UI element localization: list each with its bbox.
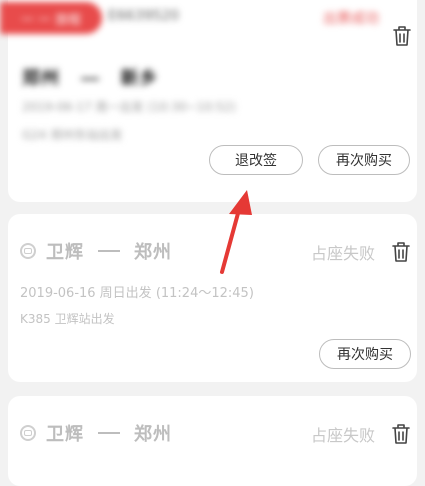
route-title: 卫辉 郑州 (20, 420, 172, 446)
order-status: 占座失败 (310, 426, 375, 445)
from-station: 卫辉 (46, 424, 84, 445)
trash-icon[interactable] (391, 24, 413, 48)
order-status: 占座失败 (310, 244, 375, 263)
refund-change-button[interactable]: 退改签 (209, 145, 303, 175)
route-dash (98, 432, 120, 434)
order-number: E6639520 (108, 8, 180, 24)
train-station-icon (20, 243, 36, 259)
buy-again-button[interactable]: 再次购买 (319, 339, 411, 369)
buy-again-button[interactable]: 再次购买 (318, 145, 410, 175)
from-station: 卫辉 (46, 242, 84, 263)
to-station: 郑州 (134, 424, 172, 445)
from-station: 郑州 (22, 68, 60, 89)
train-info: K385 卫辉站出发 (20, 312, 115, 326)
departure-date: 2019-06-16 周日出发 (11:24～12:45) (20, 286, 254, 301)
route-dash (81, 78, 100, 80)
to-station: 新乡 (120, 68, 159, 89)
trash-icon[interactable] (390, 422, 412, 446)
route-title: 郑州 新乡 (22, 64, 159, 90)
departure-date: 2019-06-17 周一出发 (10:30~10:52) (22, 100, 236, 114)
order-card-1[interactable]: 一 一 旅程 E6639520 出票成功 郑州 新乡 2019-06-17 周一… (0, 0, 417, 202)
train-info: G24 郑州东站出发 (22, 128, 123, 142)
order-type-badge: 一 一 旅程 (0, 2, 102, 34)
route-title: 卫辉 郑州 (20, 238, 172, 264)
train-station-icon (20, 425, 36, 441)
order-card-2[interactable]: 卫辉 郑州 占座失败 2019-06-16 周日出发 (11:24～12:45)… (8, 214, 417, 382)
order-card-3[interactable]: 卫辉 郑州 占座失败 (8, 396, 417, 486)
order-status: 出票成功 (323, 11, 379, 27)
to-station: 郑州 (134, 242, 172, 263)
route-dash (98, 250, 120, 252)
trash-icon[interactable] (390, 240, 412, 264)
